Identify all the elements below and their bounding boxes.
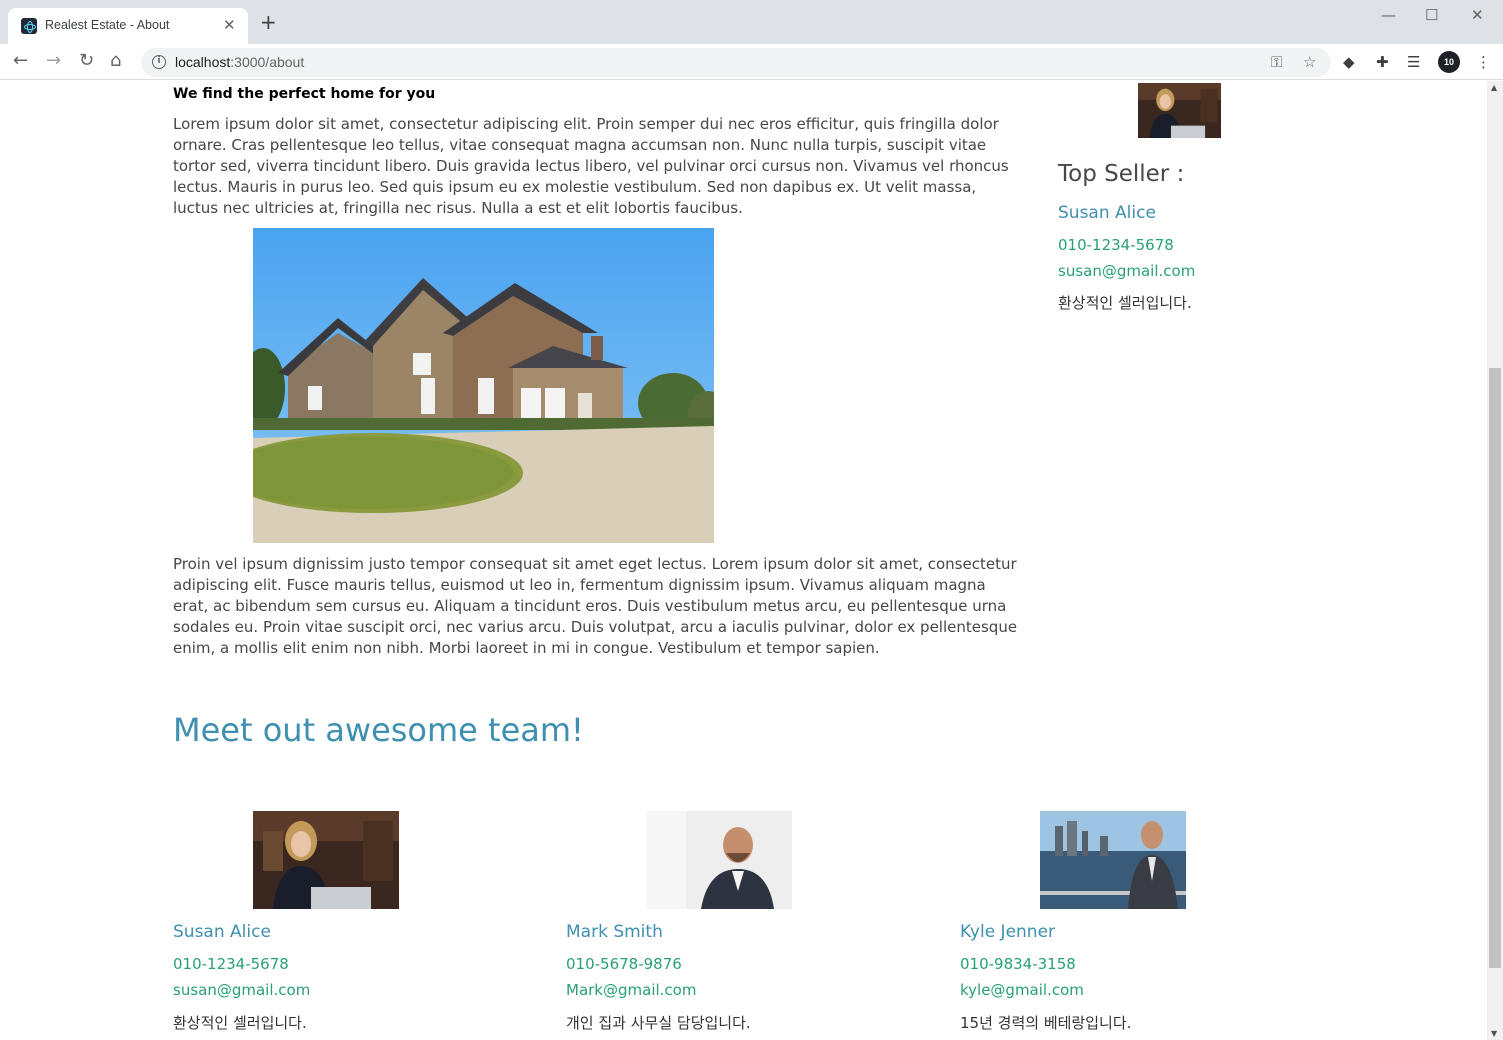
page-scrollbar[interactable]: ▲ ▼ [1487,81,1503,1040]
key-icon[interactable]: ⚿ [1271,52,1282,72]
close-window-button[interactable]: ✕ [1471,6,1484,24]
media-queue-icon[interactable]: ☰ [1407,52,1420,72]
react-favicon-icon [21,18,37,34]
team-member-description: 개인 집과 사무실 담당입니다. [566,1014,751,1032]
back-arrow-icon[interactable]: ← [13,50,28,72]
url-text[interactable]: localhost:3000/about [175,54,304,70]
home-icon[interactable]: ⌂ [110,50,121,72]
url-host: localhost [175,54,231,70]
top-seller-photo [1138,83,1221,138]
top-seller-name: Susan Alice [1058,203,1156,223]
house-photo [253,228,714,543]
tab-strip: Realest Estate - About ✕ + — ☐ ✕ [0,0,1503,44]
team-member-description: 15년 경력의 베테랑입니다. [960,1014,1132,1032]
minimize-button[interactable]: — [1381,6,1396,24]
tab-close-icon[interactable]: ✕ [223,16,236,34]
forward-arrow-icon[interactable]: → [46,50,61,72]
team-member-phone: 010-9834-3158 [960,955,1076,973]
team-member-name: Mark Smith [566,922,663,942]
about-paragraph-2: Proin vel ipsum dignissim justo tempor c… [173,555,1018,657]
team-member-photo-kyle [1040,811,1186,909]
new-tab-button[interactable]: + [260,12,277,32]
scroll-up-arrow-icon[interactable]: ▲ [1491,83,1497,92]
top-seller-title: Top Seller : [1058,161,1185,187]
address-bar[interactable]: i localhost:3000/about ⚿ ☆ [141,48,1331,77]
team-member-email: Mark@gmail.com [566,981,697,999]
url-path: :3000/about [230,54,305,70]
page-content: We find the perfect home for you Lorem i… [0,81,1487,1040]
extension-icon[interactable]: ◆ [1343,52,1355,72]
house-illustration [253,228,714,543]
scrollbar-thumb[interactable] [1489,368,1501,968]
browser-tab[interactable]: Realest Estate - About ✕ [8,8,248,44]
tab-title: Realest Estate - About [45,18,170,32]
top-seller-phone: 010-1234-5678 [1058,236,1174,254]
top-seller-email: susan@gmail.com [1058,262,1196,280]
top-seller-description: 환상적인 셀러입니다. [1058,294,1192,312]
site-info-icon[interactable]: i [152,55,166,69]
team-member-email: susan@gmail.com [173,981,311,999]
menu-kebab-icon[interactable]: ⋮ [1476,52,1491,72]
team-member-email: kyle@gmail.com [960,981,1084,999]
team-member-photo-susan [253,811,399,909]
team-member-phone: 010-5678-9876 [566,955,682,973]
team-member-description: 환상적인 셀러입니다. [173,1014,307,1032]
reload-icon[interactable]: ↻ [79,50,94,72]
team-member-photo-mark [646,811,792,909]
bookmark-star-icon[interactable]: ☆ [1303,52,1316,72]
puzzle-extensions-icon[interactable]: ✚ [1376,52,1389,72]
maximize-button[interactable]: ☐ [1425,6,1438,24]
team-title: Meet out awesome team! [173,711,584,749]
team-member-phone: 010-1234-5678 [173,955,289,973]
profile-avatar[interactable]: 10 [1438,51,1460,73]
team-member-name: Kyle Jenner [960,922,1056,942]
team-member-name: Susan Alice [173,922,271,942]
browser-toolbar: ← → ↻ ⌂ i localhost:3000/about ⚿ ☆ ◆ ✚ ☰… [0,44,1503,80]
scroll-down-arrow-icon[interactable]: ▼ [1491,1029,1497,1038]
about-heading: We find the perfect home for you [173,86,436,102]
about-paragraph-1: Lorem ipsum dolor sit amet, consectetur … [173,115,1009,217]
